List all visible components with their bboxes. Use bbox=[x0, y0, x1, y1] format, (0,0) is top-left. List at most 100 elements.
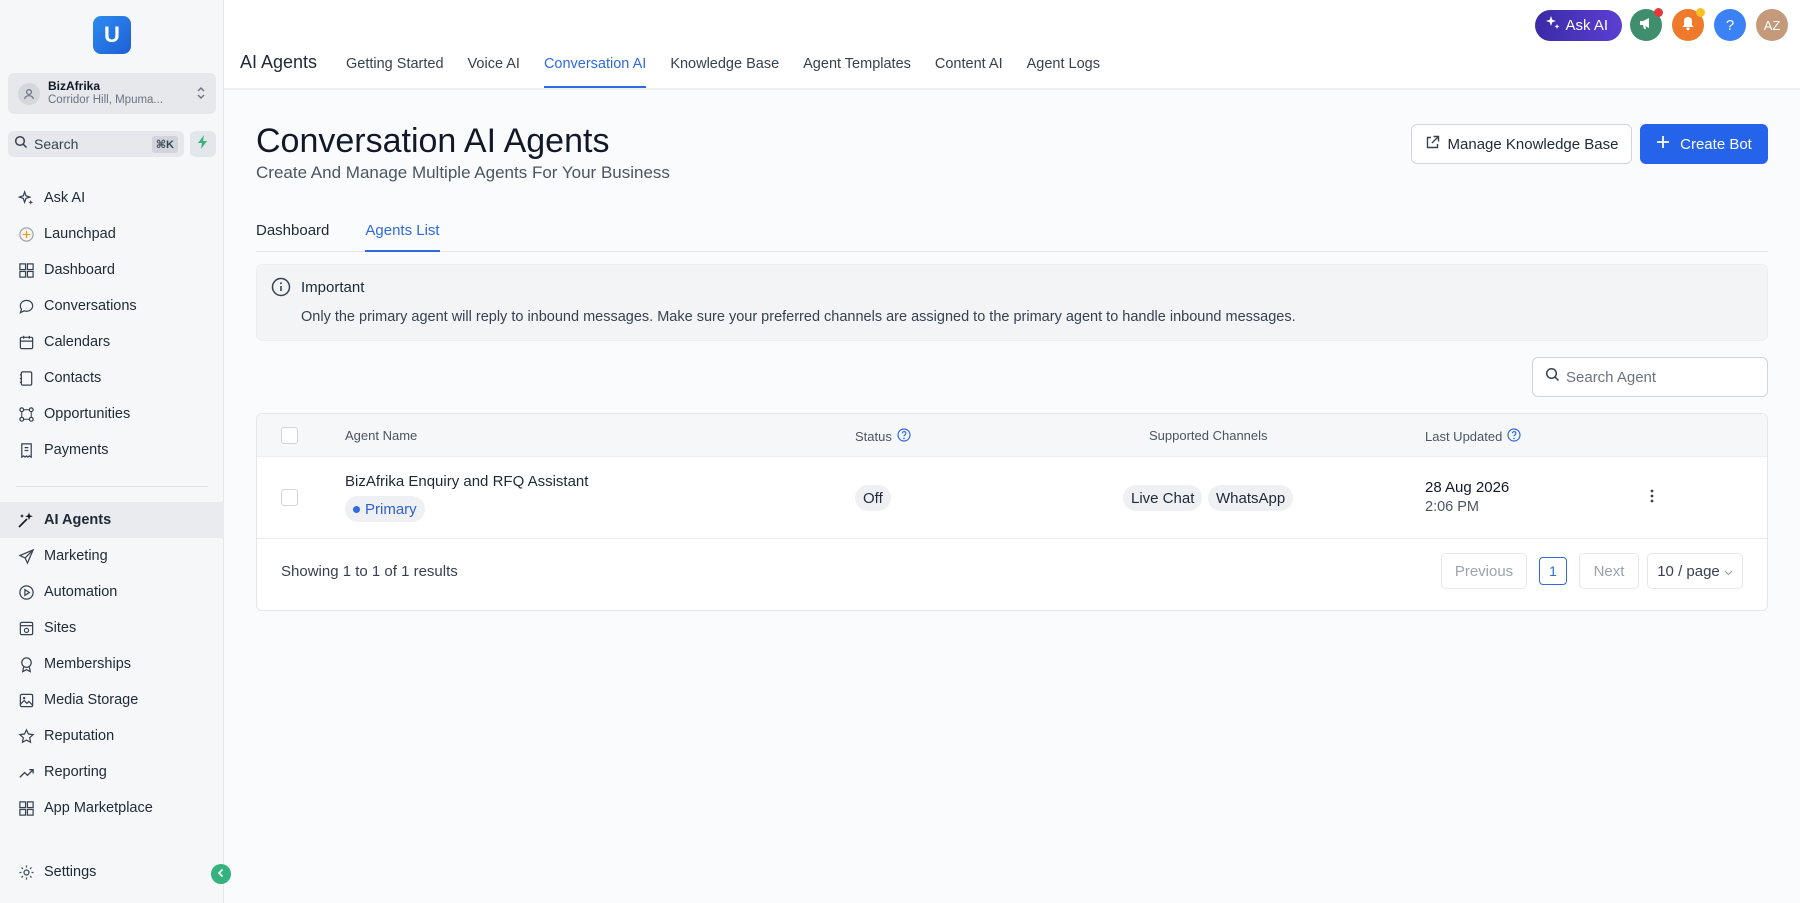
sidebar-item-marketing[interactable]: Marketing bbox=[0, 538, 224, 574]
sidebar-item-label: Settings bbox=[44, 864, 97, 880]
chevron-updown-icon bbox=[196, 86, 206, 101]
ai-agents-icon bbox=[16, 510, 36, 530]
dashboard-icon bbox=[16, 260, 36, 280]
quick-action-button[interactable] bbox=[190, 131, 216, 157]
automation-icon bbox=[16, 582, 36, 602]
sidebar-item-label: Reporting bbox=[44, 764, 107, 780]
sidebar-item-reputation[interactable]: Reputation bbox=[0, 718, 224, 754]
sidebar-item-memberships[interactable]: Memberships bbox=[0, 646, 224, 682]
sidebar-item-label: Calendars bbox=[44, 334, 111, 350]
sidebar-nav-bottom: AI Agents Marketing Automation Sites Members… bbox=[0, 502, 224, 826]
sidebar-item-payments[interactable]: Payments bbox=[0, 432, 224, 468]
sidebar-item-contacts[interactable]: Contacts bbox=[0, 360, 224, 396]
plus-icon bbox=[1656, 135, 1680, 153]
table-row[interactable]: BizAfrika Enquiry and RFQ Assistant Prim… bbox=[257, 457, 1767, 539]
create-bot-label: Create Bot bbox=[1680, 135, 1752, 153]
account-switcher[interactable]: BizAfrika Corridor Hill, Mpuma... bbox=[8, 73, 216, 114]
page-size-select[interactable]: 10 / page bbox=[1647, 553, 1743, 589]
sparkle-icon bbox=[16, 188, 36, 208]
user-avatar[interactable]: AZ bbox=[1756, 9, 1788, 41]
tab-agent-logs[interactable]: Agent Logs bbox=[1027, 44, 1100, 88]
sidebar-item-label: Sites bbox=[44, 620, 77, 636]
tab-voice-ai[interactable]: Voice AI bbox=[468, 44, 520, 88]
row-checkbox[interactable] bbox=[281, 489, 298, 506]
bell-icon bbox=[1680, 15, 1696, 35]
tab-agents-list[interactable]: Agents List bbox=[365, 212, 440, 252]
tab-agent-templates[interactable]: Agent Templates bbox=[803, 44, 911, 88]
calendar-icon bbox=[16, 332, 36, 352]
sidebar-item-calendars[interactable]: Calendars bbox=[0, 324, 224, 360]
sidebar-item-label: AI Agents bbox=[44, 512, 112, 528]
image-icon bbox=[16, 690, 36, 710]
external-link-icon bbox=[1425, 135, 1448, 154]
help-button[interactable]: ? bbox=[1714, 9, 1746, 41]
sidebar-item-label: Conversations bbox=[44, 298, 137, 314]
notification-dot bbox=[1654, 8, 1663, 17]
top-tabs: Getting Started Voice AI Conversation AI Kn… bbox=[346, 44, 1124, 90]
tab-getting-started[interactable]: Getting Started bbox=[346, 44, 444, 88]
sidebar-item-label: Automation bbox=[44, 584, 118, 600]
updated-date: 28 Aug 2026 bbox=[1425, 479, 1510, 496]
sidebar-nav-top: Ask AI Launchpad Dashboard Conversations Cal… bbox=[0, 180, 224, 468]
sidebar: U BizAfrika Corridor Hill, Mpuma... Sear… bbox=[0, 0, 231, 903]
sites-icon bbox=[16, 618, 36, 638]
search-label: Search bbox=[34, 136, 79, 152]
tab-dashboard[interactable]: Dashboard bbox=[256, 212, 329, 252]
app-logo[interactable]: U bbox=[93, 16, 131, 54]
sidebar-item-conversations[interactable]: Conversations bbox=[0, 288, 224, 324]
announcements-button[interactable] bbox=[1630, 8, 1663, 41]
trend-icon bbox=[16, 762, 36, 782]
alert-text: Only the primary agent will reply to inb… bbox=[301, 309, 1296, 325]
sidebar-item-dashboard[interactable]: Dashboard bbox=[0, 252, 224, 288]
sidebar-item-opportunities[interactable]: Opportunities bbox=[0, 396, 224, 432]
contacts-icon bbox=[16, 368, 36, 388]
megaphone-icon bbox=[1638, 15, 1654, 35]
create-bot-button[interactable]: Create Bot bbox=[1640, 124, 1768, 164]
chat-icon bbox=[16, 296, 36, 316]
sidebar-item-launchpad[interactable]: Launchpad bbox=[0, 216, 224, 252]
manage-knowledge-base-button[interactable]: Manage Knowledge Base bbox=[1411, 124, 1632, 164]
sidebar-item-ai-agents[interactable]: AI Agents bbox=[0, 502, 224, 538]
previous-page-button[interactable]: Previous bbox=[1441, 553, 1527, 589]
results-summary: Showing 1 to 1 of 1 results bbox=[281, 563, 458, 580]
sidebar-item-sites[interactable]: Sites bbox=[0, 610, 224, 646]
next-page-button[interactable]: Next bbox=[1579, 553, 1639, 589]
grid-icon bbox=[16, 798, 36, 818]
chevron-down-icon bbox=[1724, 563, 1733, 580]
question-circle-icon[interactable] bbox=[892, 428, 911, 445]
opportunities-icon bbox=[16, 404, 36, 424]
collapse-sidebar-button[interactable] bbox=[211, 864, 231, 884]
sidebar-item-app-marketplace[interactable]: App Marketplace bbox=[0, 790, 224, 826]
sidebar-item-label: Opportunities bbox=[44, 406, 131, 422]
sidebar-divider bbox=[16, 486, 208, 487]
page-number-button[interactable]: 1 bbox=[1539, 557, 1567, 585]
agent-name[interactable]: BizAfrika Enquiry and RFQ Assistant bbox=[345, 473, 588, 490]
sidebar-item-automation[interactable]: Automation bbox=[0, 574, 224, 610]
important-alert: Important Only the primary agent will re… bbox=[256, 264, 1768, 341]
badge-icon bbox=[16, 654, 36, 674]
launchpad-icon bbox=[16, 224, 36, 244]
ask-ai-label: Ask AI bbox=[1565, 16, 1608, 34]
account-icon bbox=[18, 82, 40, 105]
tab-knowledge-base[interactable]: Knowledge Base bbox=[670, 44, 779, 88]
sidebar-item-ask-ai[interactable]: Ask AI bbox=[0, 180, 224, 216]
sidebar-item-reporting[interactable]: Reporting bbox=[0, 754, 224, 790]
sidebar-item-label: Reputation bbox=[44, 728, 115, 744]
question-circle-icon[interactable] bbox=[1502, 428, 1521, 445]
ask-ai-button[interactable]: Ask AI bbox=[1535, 9, 1622, 41]
kebab-menu-icon bbox=[1650, 489, 1654, 508]
header-agent-name: Agent Name bbox=[345, 428, 418, 443]
notifications-button[interactable] bbox=[1672, 8, 1705, 41]
row-actions-button[interactable] bbox=[1643, 489, 1661, 507]
sidebar-search[interactable]: Search ⌘K bbox=[8, 131, 184, 157]
tab-conversation-ai[interactable]: Conversation AI bbox=[543, 44, 647, 88]
sidebar-item-media-storage[interactable]: Media Storage bbox=[0, 682, 224, 718]
info-icon bbox=[271, 277, 291, 302]
agent-search[interactable] bbox=[1532, 357, 1768, 397]
sparkle-icon bbox=[1545, 15, 1565, 35]
select-all-checkbox[interactable] bbox=[281, 427, 298, 444]
sidebar-item-settings[interactable]: Settings bbox=[0, 854, 224, 890]
sidebar-item-label: App Marketplace bbox=[44, 800, 153, 816]
agent-search-input[interactable] bbox=[1566, 368, 1756, 386]
tab-content-ai[interactable]: Content AI bbox=[935, 44, 1003, 88]
